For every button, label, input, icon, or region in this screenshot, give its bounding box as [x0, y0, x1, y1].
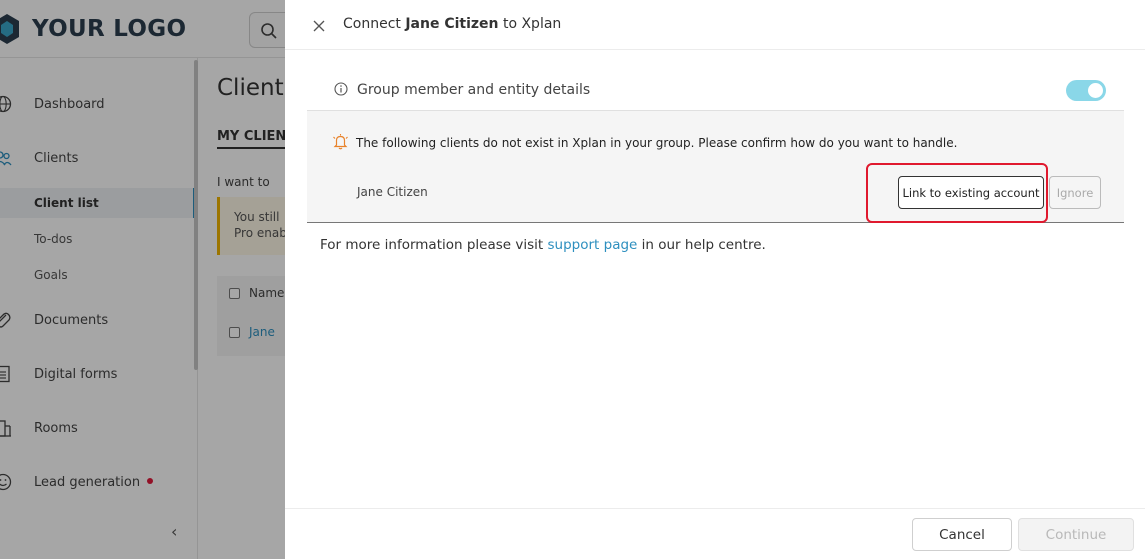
- group-member-toggle[interactable]: [1066, 80, 1106, 101]
- close-icon[interactable]: [312, 19, 326, 33]
- connect-drawer: Connect Jane Citizen to Xplan Group memb…: [285, 0, 1145, 559]
- group-member-label: Group member and entity details: [357, 82, 591, 98]
- title-suffix: to Xplan: [498, 16, 562, 32]
- drawer-title: Connect Jane Citizen to Xplan: [343, 16, 561, 32]
- continue-button[interactable]: Continue: [1018, 518, 1134, 551]
- warning-text: The following clients do not exist in Xp…: [356, 136, 958, 150]
- warning-box: The following clients do not exist in Xp…: [307, 110, 1124, 223]
- help-text-prefix: For more information please visit: [320, 237, 548, 253]
- group-member-row: Group member and entity details: [307, 73, 1125, 110]
- drawer-header: Connect Jane Citizen to Xplan: [285, 0, 1145, 50]
- help-text: For more information please visit suppor…: [320, 237, 766, 253]
- bell-icon: [333, 134, 348, 150]
- modal-overlay[interactable]: [0, 0, 285, 559]
- help-text-suffix: in our help centre.: [637, 237, 766, 253]
- title-prefix: Connect: [343, 16, 406, 32]
- cancel-button[interactable]: Cancel: [912, 518, 1012, 551]
- info-icon: [334, 82, 348, 96]
- toggle-knob: [1088, 83, 1103, 98]
- drawer-footer: Cancel Continue: [285, 508, 1145, 559]
- link-to-existing-account-button[interactable]: Link to existing account: [898, 176, 1044, 209]
- ignore-button[interactable]: Ignore: [1049, 176, 1101, 209]
- unmatched-client-name: Jane Citizen: [357, 185, 428, 199]
- support-page-link[interactable]: support page: [548, 237, 638, 253]
- title-client-name: Jane Citizen: [405, 16, 499, 32]
